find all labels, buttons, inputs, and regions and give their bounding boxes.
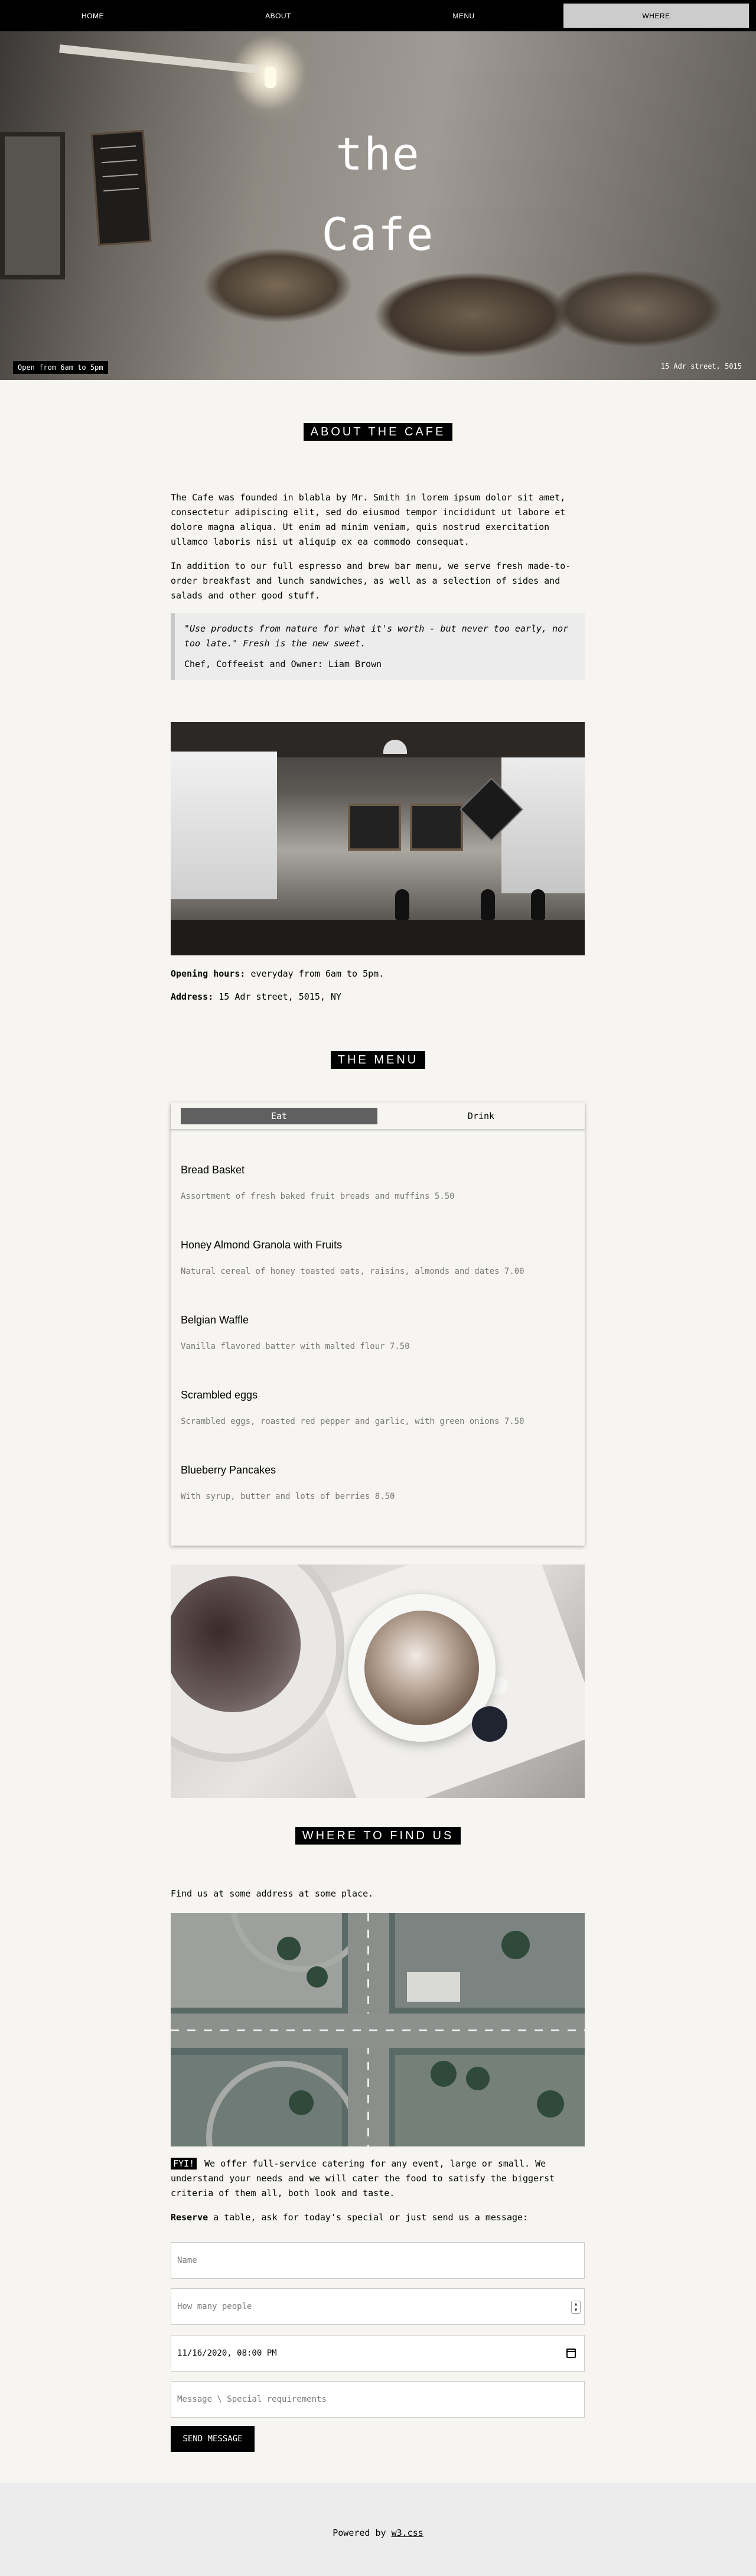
address-label: Address:: [171, 991, 214, 1002]
hero-title-line1: the: [335, 128, 421, 180]
where-heading-wrap: WHERE TO FIND US: [0, 1827, 756, 1845]
menu-tabs: Eat Drink: [171, 1102, 585, 1130]
menu-item: Scrambled eggs Scrambled eggs, roasted r…: [181, 1372, 575, 1448]
footer-link[interactable]: w3.css: [392, 2528, 423, 2538]
fyi-paragraph: FYI! We offer full-service catering for …: [171, 2157, 585, 2201]
menu-item-name: Scrambled eggs: [181, 1389, 258, 1401]
reserve-bold: Reserve: [171, 2212, 208, 2223]
message-input[interactable]: Message \ Special requirements: [171, 2381, 585, 2418]
opening-hours-value: everyday from 6am to 5pm.: [245, 968, 384, 979]
menu-card: Eat Drink Bread Basket Assortment of fre…: [171, 1102, 585, 1546]
owner-quote: "Use products from nature for what it's …: [171, 613, 585, 680]
about-paragraph-2: In addition to our full espresso and bre…: [171, 561, 571, 601]
coffee-image: [171, 1565, 585, 1798]
menu-heading: THE MENU: [330, 1051, 426, 1069]
menu-item-desc: Scrambled eggs, roasted red pepper and g…: [181, 1417, 524, 1426]
people-input[interactable]: How many people ▲ ▼: [171, 2288, 585, 2325]
where-heading: WHERE TO FIND US: [295, 1827, 461, 1845]
tab-eat[interactable]: Eat: [181, 1107, 377, 1124]
menu-item: Honey Almond Granola with Fruits Natural…: [181, 1222, 575, 1297]
opening-hours-label: Opening hours:: [171, 968, 246, 979]
menu-item: Bread Basket Assortment of fresh baked f…: [181, 1147, 575, 1222]
name-input[interactable]: Name: [171, 2242, 585, 2279]
about-paragraph-1: The Cafe was founded in blabla by Mr. Sm…: [171, 492, 566, 547]
where-intro: Find us at some address at some place.: [171, 1888, 374, 1899]
opening-hours: Opening hours: everyday from 6am to 5pm.: [171, 967, 585, 981]
quote-author: Chef, Coffeeist and Owner: Liam Brown: [184, 659, 382, 669]
menu-item-desc: Assortment of fresh baked fruit breads a…: [181, 1192, 455, 1201]
menu-item-name: Blueberry Pancakes: [181, 1464, 276, 1476]
fyi-text: We offer full-service catering for any e…: [171, 2158, 555, 2198]
calendar-icon[interactable]: [566, 2349, 576, 2358]
menu-item-name: Belgian Waffle: [181, 1314, 249, 1326]
nav-menu[interactable]: MENU: [371, 0, 556, 31]
about-heading-wrap: ABOUT THE CAFE: [0, 423, 756, 441]
hero-address: 15 Adr street, 5015: [660, 362, 742, 370]
about-content: The Cafe was founded in blabla by Mr. Sm…: [171, 490, 585, 680]
hero-title-line2: Cafe: [321, 208, 435, 261]
menu-item: Belgian Waffle Vanilla flavored batter w…: [181, 1297, 575, 1372]
cafe-interior-image: [171, 722, 585, 955]
hero-hours-tag: Open from 6am to 5pm: [13, 361, 108, 374]
footer-prefix: Powered by: [333, 2528, 392, 2538]
about-heading: ABOUT THE CAFE: [303, 423, 453, 441]
datetime-input[interactable]: 11/16/2020, 08:00 PM: [171, 2335, 585, 2372]
menu-heading-wrap: THE MENU: [0, 1051, 756, 1069]
footer: Powered by w3.css: [0, 2483, 756, 2576]
menu-item-name: Honey Almond Granola with Fruits: [181, 1239, 343, 1251]
people-placeholder: How many people: [177, 2302, 252, 2311]
nav-where[interactable]: WHERE: [563, 4, 749, 28]
datetime-value: 11/16/2020, 08:00 PM: [177, 2349, 277, 2358]
menu-item-desc: With syrup, butter and lots of berries 8…: [181, 1492, 395, 1501]
menu-item-desc: Natural cereal of honey toasted oats, ra…: [181, 1267, 524, 1276]
hero-picture-frame: [0, 132, 65, 279]
reserve-paragraph: Reserve a table, ask for today's special…: [171, 2210, 585, 2225]
cafe-info: Opening hours: everyday from 6am to 5pm.…: [171, 967, 585, 1004]
aerial-map-image: [171, 1913, 585, 2146]
hero-lamp: [265, 67, 276, 88]
address-value: 15 Adr street, 5015, NY: [213, 991, 341, 1002]
quote-text: "Use products from nature for what it's …: [184, 623, 569, 649]
send-message-button[interactable]: SEND MESSAGE: [171, 2426, 255, 2452]
hero-image: the Cafe Open from 6am to 5pm 15 Adr str…: [0, 31, 756, 380]
menu-item: Blueberry Pancakes With syrup, butter an…: [181, 1448, 575, 1523]
hero-chalkboard: [90, 130, 152, 246]
top-nav: HOME ABOUT MENU WHERE: [0, 0, 756, 31]
menu-list: Bread Basket Assortment of fresh baked f…: [171, 1130, 585, 1540]
menu-item-desc: Vanilla flavored batter with malted flou…: [181, 1342, 410, 1351]
address-line: Address: 15 Adr street, 5015, NY: [171, 990, 585, 1004]
catering-info: FYI! We offer full-service catering for …: [171, 2157, 585, 2225]
number-spinner-icon[interactable]: ▲ ▼: [571, 2301, 581, 2314]
nav-home[interactable]: HOME: [0, 0, 185, 31]
tab-drink[interactable]: Drink: [377, 1111, 585, 1121]
fyi-badge: FYI!: [171, 2158, 197, 2170]
menu-item-name: Bread Basket: [181, 1164, 245, 1176]
hero-title: the Cafe: [260, 114, 496, 275]
reserve-text: a table, ask for today's special or just…: [208, 2212, 529, 2223]
hero-shelf: [59, 44, 260, 74]
nav-about[interactable]: ABOUT: [185, 0, 371, 31]
